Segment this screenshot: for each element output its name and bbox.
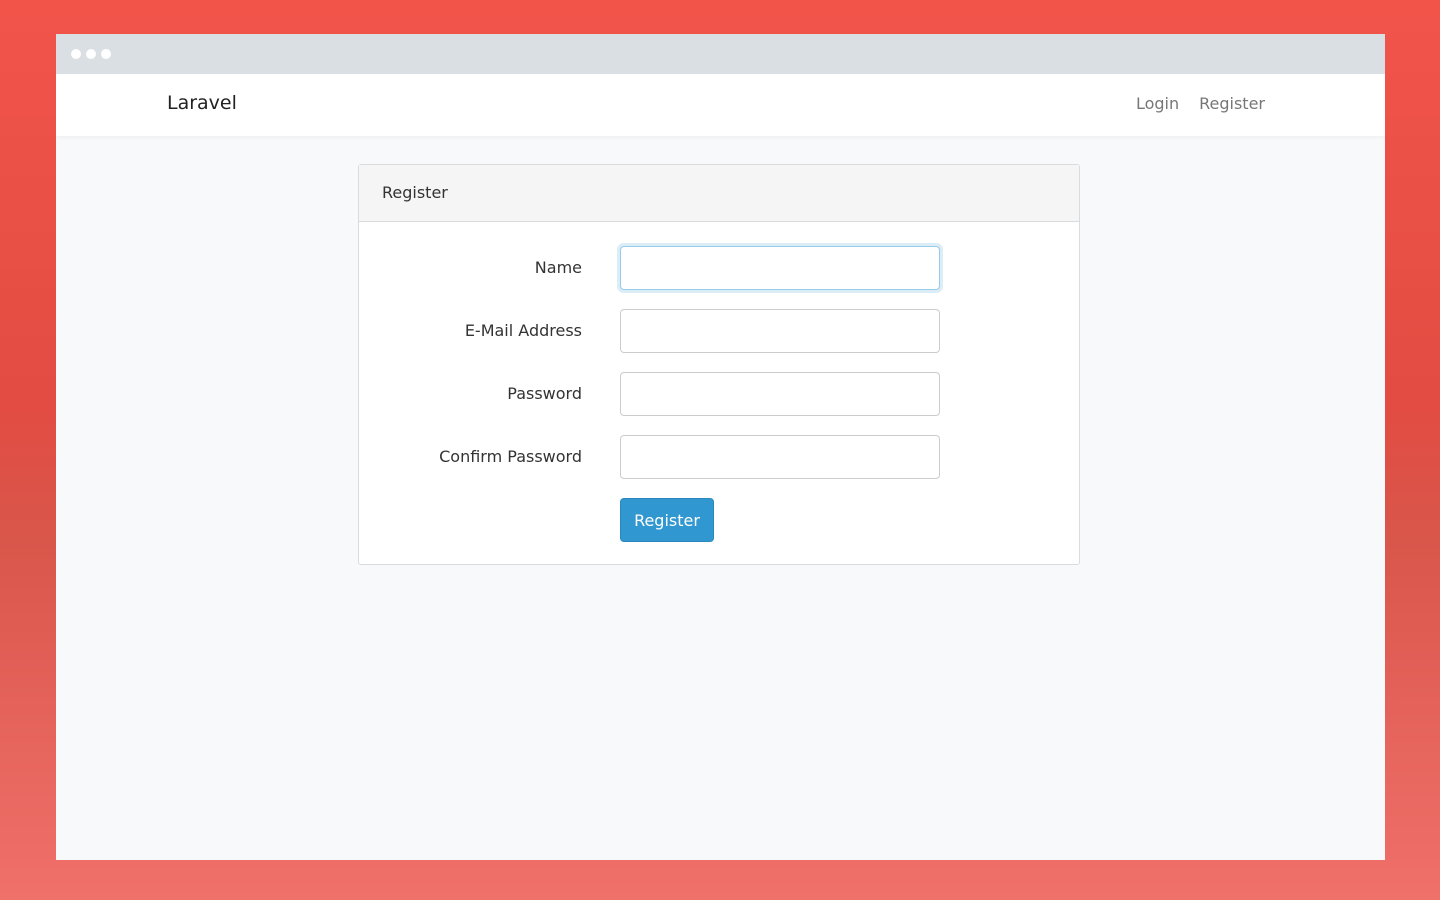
navbar: Laravel Login Register: [56, 74, 1385, 136]
email-input[interactable]: [620, 309, 940, 353]
email-label: E-Mail Address: [464, 321, 582, 340]
brand-link[interactable]: Laravel: [167, 92, 237, 114]
password-input[interactable]: [620, 372, 940, 416]
login-link[interactable]: Login: [1136, 94, 1179, 113]
name-label: Name: [534, 258, 582, 277]
form-row-password: Password: [359, 372, 1079, 416]
register-card: Register Name E-Mail Address Password Co…: [358, 164, 1080, 565]
form-row-confirm-password: Confirm Password: [359, 435, 1079, 479]
register-submit-button[interactable]: Register: [620, 498, 714, 542]
browser-window: Laravel Login Register Register Name E-M…: [56, 34, 1385, 860]
card-header: Register: [359, 165, 1079, 222]
window-dot-icon: [71, 49, 81, 59]
confirm-password-label: Confirm Password: [439, 447, 582, 466]
confirm-password-input[interactable]: [620, 435, 940, 479]
name-input[interactable]: [620, 246, 940, 290]
register-link[interactable]: Register: [1199, 94, 1265, 113]
form-row-email: E-Mail Address: [359, 309, 1079, 353]
window-dot-icon: [101, 49, 111, 59]
password-label: Password: [507, 384, 582, 403]
browser-titlebar: [56, 34, 1385, 74]
form-row-name: Name: [359, 246, 1079, 290]
nav-links: Login Register: [1136, 94, 1265, 113]
window-dot-icon: [86, 49, 96, 59]
